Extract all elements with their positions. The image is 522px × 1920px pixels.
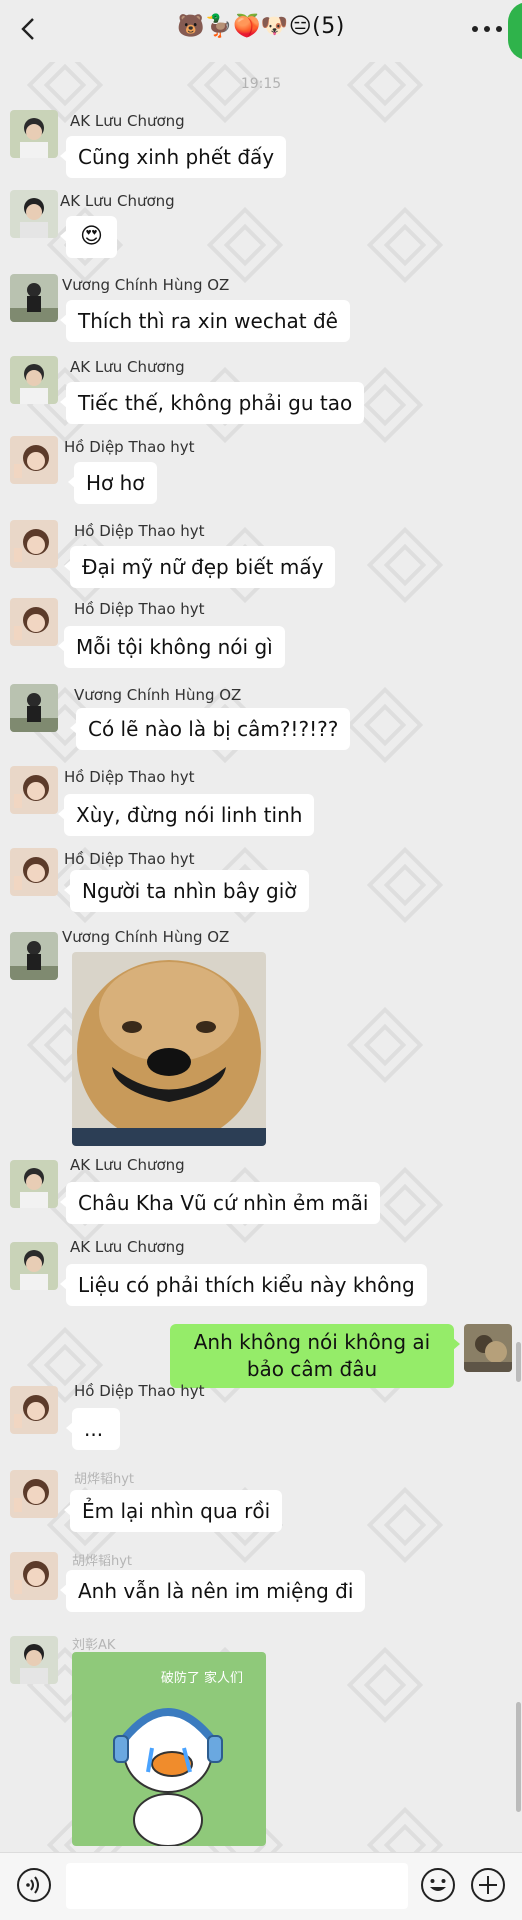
smiling-dog-sticker[interactable] [72, 952, 266, 1146]
avatar[interactable] [10, 1552, 58, 1600]
avatar[interactable] [10, 1242, 58, 1290]
message-bubble[interactable]: Người ta nhìn bây giờ [64, 870, 309, 912]
sender-name: Vương Chính Hùng OZ [62, 276, 230, 294]
sender-name: Hồ Diệp Thao hyt [64, 438, 195, 456]
my-avatar[interactable] [464, 1324, 512, 1372]
watermark-diamond [346, 1006, 424, 1084]
message-bubble[interactable]: Anh vẫn là nên im miệng đi [59, 1570, 366, 1612]
voice-icon[interactable] [16, 1867, 52, 1903]
scroll-indicator [516, 1702, 521, 1812]
watermark-diamond [366, 526, 444, 604]
message-bubble[interactable]: Đại mỹ nữ đẹp biết mấy [63, 546, 336, 588]
sender-name: 刘彰AK [72, 1638, 116, 1653]
scroll-indicator [516, 1342, 521, 1382]
avatar[interactable] [10, 436, 58, 484]
floating-green-button[interactable] [508, 2, 522, 60]
message-bubble[interactable]: Cũng xinh phết đấy [59, 136, 287, 178]
message-bubble[interactable]: Mỗi tội không nói gì [58, 626, 285, 668]
watermark-diamond [366, 1486, 444, 1564]
avatar[interactable] [10, 356, 58, 404]
avatar[interactable] [10, 598, 58, 646]
avatar[interactable] [10, 1636, 58, 1684]
chat-title: 🐻🦆🍑🐶😑(5) [177, 14, 345, 39]
sender-name: AK Lưu Chương [70, 1156, 185, 1174]
crying-duck-sticker[interactable]: 破防了 家人们 [72, 1652, 266, 1846]
chat-header: 🐻🦆🍑🐶😑(5) [0, 0, 522, 62]
sticker-caption: 破防了 家人们 [161, 1670, 243, 1686]
sender-name: Hồ Diệp Thao hyt [74, 522, 205, 540]
avatar[interactable] [10, 520, 58, 568]
more-dots-icon[interactable] [470, 18, 504, 40]
sender-name: Hồ Diệp Thao hyt [64, 768, 195, 786]
message-bubble[interactable]: ... [66, 1408, 120, 1450]
message-input[interactable] [66, 1863, 408, 1909]
sender-name: Hồ Diệp Thao hyt [74, 1382, 205, 1400]
message-bubble[interactable]: Tiếc thế, không phải gu tao [59, 382, 365, 424]
sender-name: AK Lưu Chương [60, 192, 175, 210]
avatar[interactable] [10, 932, 58, 980]
emoji-icon[interactable] [420, 1867, 456, 1903]
message-bubble[interactable]: Hơ hơ [68, 462, 157, 504]
sender-name: Vương Chính Hùng OZ [74, 686, 242, 704]
avatar[interactable] [10, 848, 58, 896]
message-bubble[interactable]: Thích thì ra xin wechat đê [60, 300, 350, 342]
avatar[interactable] [10, 110, 58, 158]
input-bar [0, 1852, 522, 1920]
watermark-diamond [346, 1646, 424, 1724]
plus-icon[interactable] [470, 1867, 506, 1903]
watermark-diamond [366, 846, 444, 924]
message-bubble[interactable]: Châu Kha Vũ cứ nhìn ẻm mãi [59, 1182, 381, 1224]
avatar[interactable] [10, 274, 58, 322]
message-bubble[interactable]: 😍 [60, 216, 117, 258]
message-bubble[interactable]: Có lẽ nào là bị câm?!?!?? [69, 708, 351, 750]
avatar[interactable] [10, 1160, 58, 1208]
avatar[interactable] [10, 684, 58, 732]
message-bubble[interactable]: Liệu có phải thích kiểu này không [60, 1264, 427, 1306]
watermark-diamond [366, 206, 444, 284]
message-bubble-self[interactable]: Anh không nói không ai bảo câm đâu [170, 1324, 460, 1388]
sender-name: AK Lưu Chương [70, 112, 185, 130]
watermark-diamond [346, 686, 424, 764]
sender-name: 胡烨韬hyt [74, 1472, 135, 1487]
message-bubble[interactable]: Xùy, đừng nói linh tinh [57, 794, 315, 836]
avatar[interactable] [10, 766, 58, 814]
sender-name: Hồ Diệp Thao hyt [74, 600, 205, 618]
sender-name: AK Lưu Chương [70, 1238, 185, 1256]
sender-name: Vương Chính Hùng OZ [62, 928, 230, 946]
sender-name: Hồ Diệp Thao hyt [64, 850, 195, 868]
sender-name: AK Lưu Chương [70, 358, 185, 376]
message-bubble[interactable]: Ẻm lại nhìn qua rồi [63, 1490, 283, 1532]
avatar[interactable] [10, 190, 58, 238]
sender-name: 胡烨韬hyt [72, 1554, 133, 1569]
avatar[interactable] [10, 1470, 58, 1518]
avatar[interactable] [10, 1386, 58, 1434]
timestamp: 19:15 [240, 76, 282, 92]
